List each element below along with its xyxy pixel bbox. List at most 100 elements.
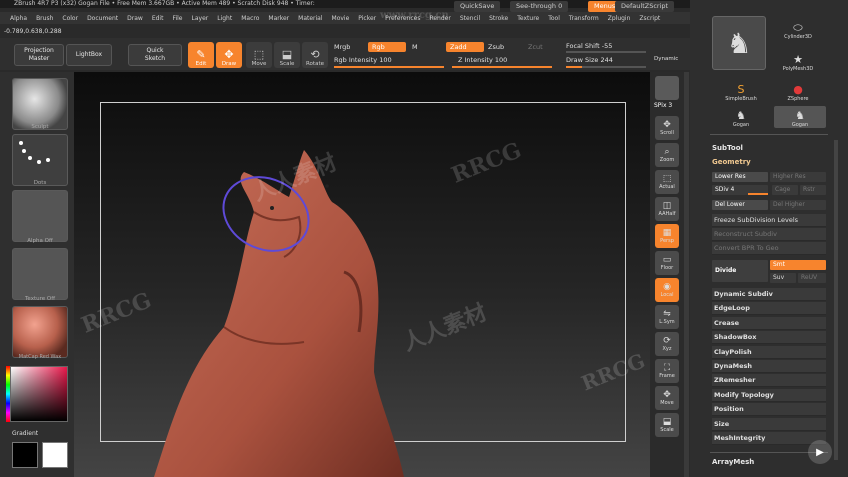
subpalette-dynamic-subdiv[interactable]: Dynamic Subdiv — [712, 288, 826, 301]
cage-button[interactable]: Cage — [772, 185, 798, 195]
nav-local-button[interactable]: ◉ Local — [655, 278, 679, 302]
subtool-section[interactable]: SubTool — [712, 144, 743, 152]
menu-tool[interactable]: Tool — [548, 15, 560, 22]
menu-movie[interactable]: Movie — [332, 15, 350, 22]
nav-actual-button[interactable]: ⬚ Actual — [655, 170, 679, 194]
default-zscript-button[interactable]: DefaultZScript — [615, 1, 675, 12]
menu-stencil[interactable]: Stencil — [460, 15, 480, 22]
nav-scrollbar[interactable] — [684, 72, 689, 477]
subpalette-meshintegrity[interactable]: MeshIntegrity — [712, 432, 826, 445]
nav-zoom-button[interactable]: ⌕ Zoom — [655, 143, 679, 167]
menu-stroke[interactable]: Stroke — [489, 15, 508, 22]
menu-material[interactable]: Material — [298, 15, 322, 22]
zsub-toggle[interactable]: Zsub — [488, 43, 504, 51]
menu-light[interactable]: Light — [217, 15, 232, 22]
alpha-thumbnail[interactable] — [12, 190, 68, 242]
menu-zplugin[interactable]: Zplugin — [608, 15, 631, 22]
palette-scrollbar[interactable] — [834, 140, 838, 460]
focal-shift-slider[interactable] — [566, 51, 646, 53]
mrgb-toggle[interactable]: Mrgb — [334, 43, 350, 51]
subpalette-crease[interactable]: Crease — [712, 316, 826, 330]
menu-picker[interactable]: Picker — [358, 15, 376, 22]
nav-aahalf-button[interactable]: ◫ AAHalf — [655, 197, 679, 221]
stroke-thumbnail[interactable] — [12, 134, 68, 186]
dynamic-toggle[interactable]: Dynamic — [654, 56, 678, 62]
convert-bpr-button[interactable]: Convert BPR To Geo — [712, 242, 826, 255]
geometry-section[interactable]: Geometry — [712, 158, 751, 166]
zadd-toggle[interactable]: Zadd — [446, 42, 484, 52]
rgb-toggle[interactable]: Rgb — [368, 42, 406, 52]
subpalette-zremesher[interactable]: ZRemesher — [712, 374, 826, 388]
brush-thumbnail[interactable] — [12, 78, 68, 130]
subpalette-modify-topology[interactable]: Modify Topology — [712, 388, 826, 402]
subpalette-position[interactable]: Position — [712, 403, 826, 417]
reuv-button[interactable]: ReUV — [798, 273, 826, 283]
current-tool-thumbnail[interactable]: ♞ — [712, 16, 766, 70]
rotate-mode-button[interactable]: ⟲ Rotate — [302, 42, 328, 68]
lower-res-button[interactable]: Lower Res — [712, 172, 768, 182]
material-thumbnail[interactable] — [12, 306, 68, 358]
quicksave-button[interactable]: QuickSave — [454, 1, 501, 12]
edit-mode-button[interactable]: ✎ Edit — [188, 42, 214, 68]
rstr-button[interactable]: Rstr — [800, 185, 826, 195]
color-picker[interactable] — [10, 366, 68, 422]
nav-scroll-button[interactable]: ✥ Scroll — [655, 116, 679, 140]
subpalette-dynamesh[interactable]: DynaMesh — [712, 360, 826, 373]
tool-gogan-2[interactable]: ♞ Gogan — [774, 106, 826, 128]
nav-persp-button[interactable]: ▦ Persp — [655, 224, 679, 248]
subpalette-claypolish[interactable]: ClayPolish — [712, 345, 826, 359]
document-canvas[interactable] — [74, 72, 650, 477]
subpalette-shadowbox[interactable]: ShadowBox — [712, 331, 826, 345]
reconstruct-subdiv-button[interactable]: Reconstruct Subdiv — [712, 228, 826, 241]
menu-document[interactable]: Document — [87, 15, 118, 22]
tool-polymesh3d[interactable]: ★ PolyMesh3D — [783, 50, 813, 73]
menu-macro[interactable]: Macro — [241, 15, 259, 22]
higher-res-button[interactable]: Higher Res — [770, 172, 826, 182]
subpalette-edgeloop[interactable]: EdgeLoop — [712, 302, 826, 316]
menu-marker[interactable]: Marker — [268, 15, 289, 22]
tool-gogan-1[interactable]: ♞ Gogan — [726, 106, 756, 129]
nav-xyz-button[interactable]: ⟳ Xyz — [655, 332, 679, 356]
lightbox-button[interactable]: LightBox — [66, 44, 112, 66]
menu-preferences[interactable]: Preferences — [385, 15, 420, 22]
secondary-color-swatch[interactable] — [42, 442, 68, 468]
nav-frame-button[interactable]: ⛶ Frame — [655, 359, 679, 383]
texture-thumbnail[interactable] — [12, 248, 68, 300]
nav-lsym-button[interactable]: ⇋ L.Sym — [655, 305, 679, 329]
sculpt-model[interactable] — [74, 72, 650, 477]
draw-mode-button[interactable]: ✥ Draw — [216, 42, 242, 68]
menu-texture[interactable]: Texture — [517, 15, 539, 22]
menu-edit[interactable]: Edit — [152, 15, 164, 22]
menu-alpha[interactable]: Alpha — [10, 15, 27, 22]
main-color-swatch[interactable] — [12, 442, 38, 468]
tool-zsphere[interactable]: ● ZSphere — [783, 80, 813, 103]
m-toggle[interactable]: M — [412, 43, 418, 51]
menu-transform[interactable]: Transform — [569, 15, 599, 22]
bpr-button[interactable] — [655, 76, 679, 100]
arraymesh-section[interactable]: ArrayMesh — [712, 458, 754, 466]
divide-button[interactable]: Divide — [712, 260, 768, 282]
scale-mode-button[interactable]: ⬓ Scale — [274, 42, 300, 68]
zcut-toggle[interactable]: Zcut — [528, 43, 543, 51]
nav-move-button[interactable]: ✥ Move — [655, 386, 679, 410]
smt-toggle[interactable]: Smt — [770, 260, 826, 270]
hue-strip[interactable] — [6, 366, 10, 422]
subpalette-size[interactable]: Size — [712, 417, 826, 431]
menu-zscript[interactable]: Zscript — [639, 15, 660, 22]
menu-file[interactable]: File — [172, 15, 182, 22]
move-mode-button[interactable]: ⬚ Move — [246, 42, 272, 68]
play-icon[interactable]: ▶ — [808, 440, 832, 464]
del-higher-button[interactable]: Del Higher — [770, 200, 826, 210]
quick-sketch-button[interactable]: Quick Sketch — [128, 44, 182, 66]
spix-label[interactable]: SPix 3 — [654, 102, 672, 109]
nav-scale-button[interactable]: ⬓ Scale — [655, 413, 679, 437]
menu-layer[interactable]: Layer — [192, 15, 209, 22]
tool-simplebrush[interactable]: S SimpleBrush — [725, 80, 757, 103]
menu-color[interactable]: Color — [62, 15, 78, 22]
del-lower-button[interactable]: Del Lower — [712, 200, 768, 210]
freeze-subdivision-button[interactable]: Freeze SubDivision Levels — [712, 214, 826, 227]
nav-floor-button[interactable]: ▭ Floor — [655, 251, 679, 275]
tool-cylinder3d[interactable]: ⬭ Cylinder3D — [783, 18, 813, 41]
suv-toggle[interactable]: Suv — [770, 273, 796, 283]
projection-master-button[interactable]: Projection Master — [14, 44, 64, 66]
